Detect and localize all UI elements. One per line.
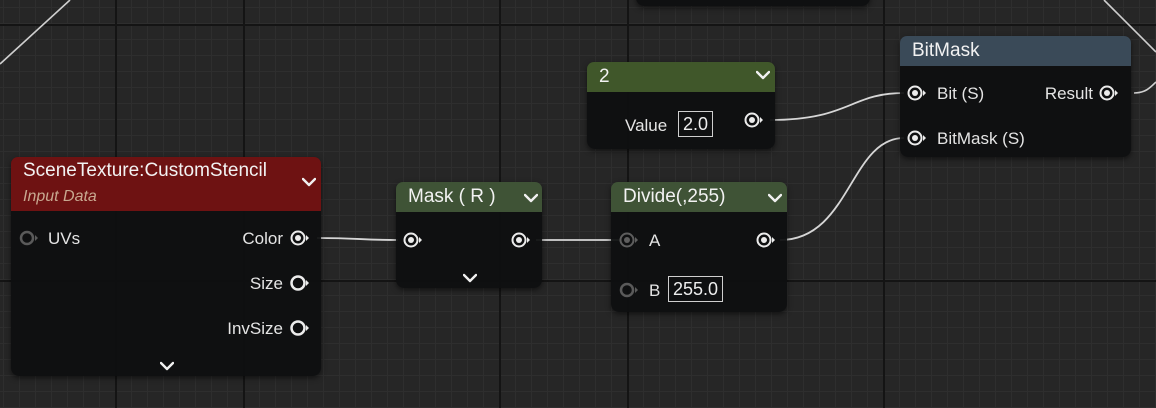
bitmask-header[interactable]: BitMask — [900, 36, 1131, 66]
node-title: 2 — [599, 66, 610, 87]
scene-texture-header[interactable]: SceneTexture:CustomStencil Input Data — [11, 157, 321, 211]
node-title: SceneTexture:CustomStencil — [23, 160, 267, 181]
scene-texture-node[interactable]: SceneTexture:CustomStencil Input Data UV… — [11, 157, 321, 376]
mask-output-pin[interactable] — [511, 232, 531, 248]
wire-offscreen-top-left — [0, 0, 71, 65]
result-output-pin[interactable] — [1099, 85, 1119, 101]
node-title: Divide(,255) — [623, 186, 726, 207]
divide-b-label: B — [649, 281, 661, 300]
uvs-label: UVs — [48, 229, 81, 248]
wire-color-to-mask — [316, 237, 399, 241]
color-label: Color — [242, 229, 283, 248]
size-label: Size — [249, 274, 283, 293]
divide-b-value-field[interactable]: 255.0 — [668, 276, 724, 302]
bit-input-pin[interactable] — [907, 85, 927, 101]
mask-header[interactable]: Mask ( R ) — [396, 182, 542, 212]
divide-a-input-pin[interactable] — [619, 232, 639, 248]
wire-result-out — [1133, 81, 1156, 94]
constant-value-label: Value — [625, 116, 668, 135]
chevron-down-icon[interactable] — [756, 70, 770, 80]
invsize-output-pin[interactable] — [290, 320, 310, 336]
divide-a-label: A — [649, 231, 661, 250]
uvs-input-pin[interactable] — [19, 230, 39, 246]
wire-divide-to-bitmask — [779, 137, 905, 241]
divide-output-pin[interactable] — [756, 232, 776, 248]
chevron-down-icon[interactable] — [524, 193, 538, 203]
size-output-pin[interactable] — [290, 275, 310, 291]
mask-node[interactable]: Mask ( R ) — [396, 182, 542, 288]
bit-label: Bit (S) — [937, 84, 985, 103]
bitmask-label: BitMask (S) — [937, 129, 1025, 148]
divide-header[interactable]: Divide(,255) — [611, 182, 787, 212]
bitmask-input-pin[interactable] — [907, 130, 927, 146]
result-label: Result — [1044, 84, 1093, 103]
invsize-label: InvSize — [227, 319, 283, 338]
graph-canvas[interactable]: SceneTexture:CustomStencil Input Data UV… — [0, 0, 1156, 408]
offscreen-node-partial[interactable] — [636, 0, 870, 6]
chevron-down-icon[interactable] — [302, 177, 316, 187]
constant-output-pin[interactable] — [744, 112, 764, 128]
constant-value-field[interactable]: 2.0 — [678, 111, 714, 137]
mask-input-pin[interactable] — [403, 232, 423, 248]
chevron-down-icon[interactable] — [768, 193, 782, 203]
chevron-down-icon[interactable] — [160, 361, 174, 371]
divide-b-input-pin[interactable] — [619, 282, 639, 298]
node-title: BitMask — [912, 40, 980, 61]
node-title: Mask ( R ) — [408, 186, 496, 207]
color-output-pin[interactable] — [290, 230, 310, 246]
chevron-down-icon[interactable] — [463, 273, 477, 283]
bitmask-node[interactable]: BitMask Bit (S) Result BitMask (S) — [900, 36, 1131, 157]
wire-constant-to-bit — [769, 92, 905, 121]
divide-node[interactable]: Divide(,255) A B 255.0 — [611, 182, 787, 312]
constant-node[interactable]: 2 Value 2.0 — [587, 62, 775, 149]
constant-header[interactable]: 2 — [587, 62, 775, 92]
node-subtitle: Input Data — [23, 188, 97, 205]
